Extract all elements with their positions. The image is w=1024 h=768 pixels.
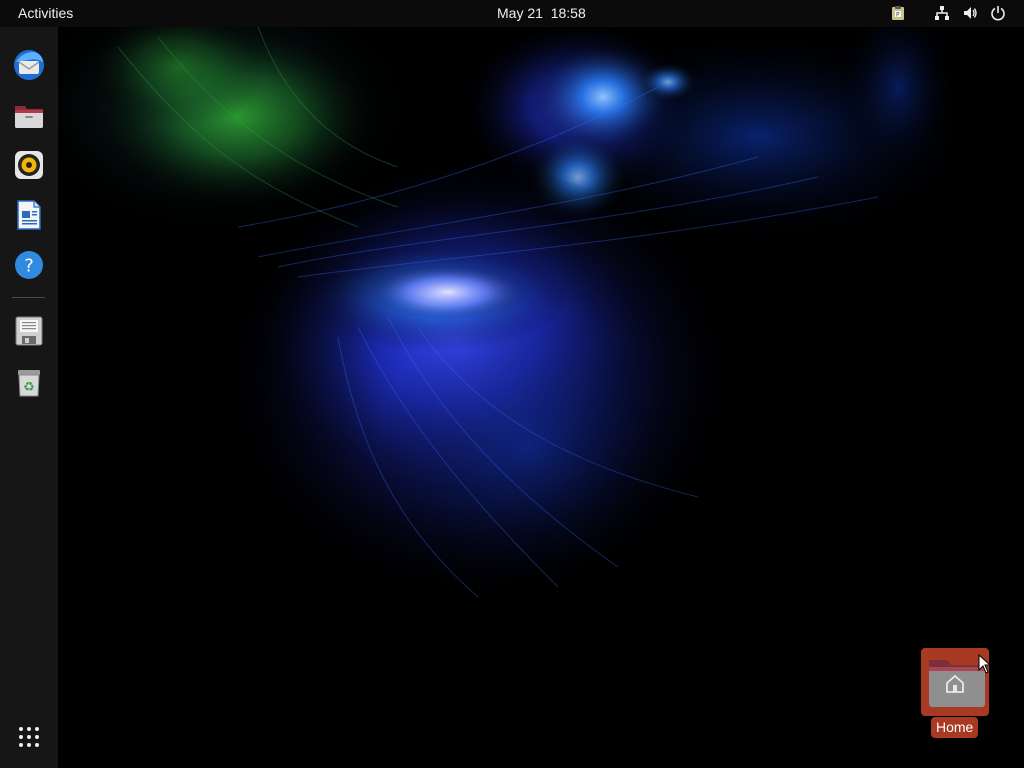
svg-text:P: P [896,12,900,19]
network-icon[interactable] [934,5,950,21]
date-label: May 21 [497,5,543,21]
time-label: 18:58 [550,5,586,21]
home-label: Home [931,717,979,738]
libreoffice-writer-icon[interactable] [9,195,49,235]
mouse-pointer-icon [978,654,992,674]
svg-text:♻: ♻ [23,380,35,395]
dock: ? ♻ [0,27,58,768]
show-applications-grid-icon[interactable] [9,717,49,757]
top-bar: Activities May 21 18:58 P [0,0,1024,27]
help-icon[interactable]: ? [9,245,49,285]
rhythmbox-icon[interactable] [9,145,49,185]
dock-separator [12,297,45,298]
trash-icon[interactable]: ♻ [9,362,49,402]
svg-text:?: ? [24,256,34,277]
files-icon[interactable] [9,96,49,136]
desktop-screen: Activities May 21 18:58 P ? ♻ Home [0,0,1024,768]
volume-icon[interactable] [962,5,978,21]
power-icon[interactable] [990,5,1006,21]
activities-button[interactable]: Activities [18,5,73,21]
thunderbird-mail-icon[interactable] [9,45,49,85]
wallpaper-art [58,27,978,627]
clipboard-indicator-icon[interactable]: P [890,5,906,21]
home-folder-icon [929,660,985,707]
save-disk-icon[interactable] [9,311,49,351]
wallpaper [58,27,1024,768]
date-time-button[interactable]: May 21 18:58 [497,5,586,21]
